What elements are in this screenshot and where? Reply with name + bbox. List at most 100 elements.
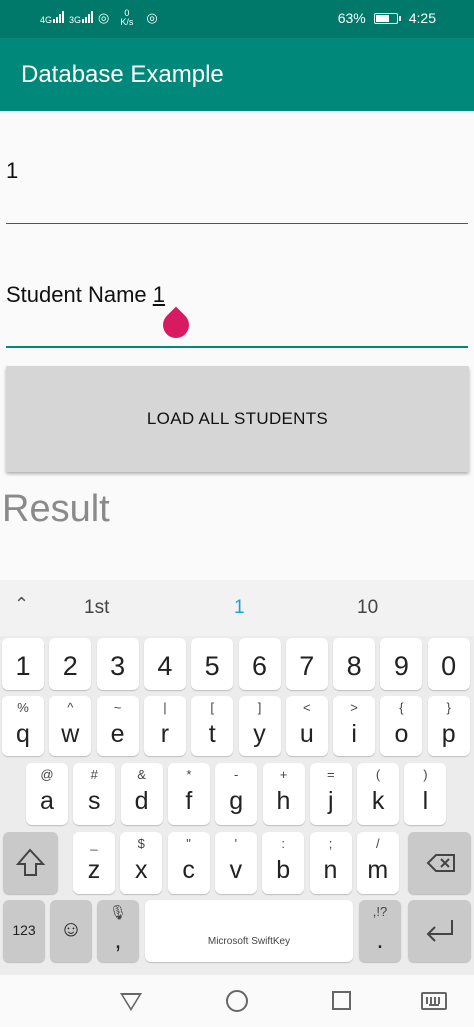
key-label: s [88, 787, 101, 815]
key-label: b [276, 856, 291, 884]
emoji-icon: ☺ [59, 916, 83, 941]
backspace-key[interactable] [408, 832, 471, 894]
key-alt-label: ) [423, 767, 428, 782]
key-label: o [394, 720, 409, 748]
key-0[interactable]: 0 [427, 638, 470, 690]
student-id-value: 1 [6, 158, 19, 183]
key-9[interactable]: 9 [380, 638, 423, 690]
text-cursor-handle[interactable] [157, 306, 195, 344]
key-n[interactable]: ; n [309, 832, 352, 894]
key-y[interactable]: ] y [238, 696, 281, 756]
key-label: d [134, 787, 149, 815]
key-5[interactable]: 5 [191, 638, 234, 690]
key-label: f [185, 787, 193, 815]
key-e[interactable]: ~ e [96, 696, 139, 756]
key-alt-label: % [17, 700, 29, 715]
student-name-input[interactable]: Student Name 1 [6, 282, 468, 348]
key-3[interactable]: 3 [96, 638, 139, 690]
keyboard: ⌃ 1st 1 10 1 2 3 4 5 6 7 8 9 0% q ^ w ~ e | r[t] y < u > i{o}… [0, 580, 474, 975]
backspace-icon [426, 854, 455, 872]
key-j[interactable]: = j [309, 763, 352, 825]
signal-3g-icon: 3G [69, 11, 94, 25]
suggestion-3[interactable]: 10 [357, 597, 378, 619]
student-id-input[interactable]: 1 [6, 158, 468, 224]
student-name-value: Student Name 1 [6, 282, 165, 307]
key-7[interactable]: 7 [285, 638, 328, 690]
key-m[interactable]: / m [356, 832, 399, 894]
key-alt-label: ' [234, 836, 238, 851]
space-key[interactable]: Microsoft SwiftKey [145, 900, 353, 962]
key-label: 3 [110, 651, 126, 681]
key-z[interactable]: _ z [73, 832, 115, 894]
key-c[interactable]: " c [167, 832, 210, 894]
key-4[interactable]: 4 [143, 638, 186, 690]
suggestion-2[interactable]: 1 [234, 597, 245, 619]
suggestion-1[interactable]: 1st [84, 597, 109, 619]
key-label: a [40, 787, 54, 815]
enter-key[interactable] [408, 900, 471, 962]
emoji-key[interactable]: ☺ [50, 900, 92, 962]
key-1[interactable]: 1 [2, 638, 44, 690]
key-p[interactable]: } p [427, 696, 470, 756]
wifi-icon: ◎ [146, 10, 158, 25]
key-label: e [110, 720, 125, 748]
app-bar: Database Example [0, 38, 474, 111]
key-label: q [16, 720, 30, 748]
signal-4g-icon: 4G [40, 11, 65, 25]
shift-key[interactable] [3, 832, 58, 894]
mic-icon: 🎙︎ [109, 904, 127, 920]
key-g[interactable]: -g [215, 763, 258, 825]
key-q[interactable]: % q [2, 696, 44, 756]
key-alt-label: @ [40, 767, 54, 782]
key-o[interactable]: {o [380, 696, 423, 756]
key-label: x [135, 856, 148, 884]
key-alt-label: < [303, 700, 311, 715]
key-alt-label: ^ [67, 700, 74, 715]
key-i[interactable]: > i [333, 696, 376, 756]
space-key-label: Microsoft SwiftKey [207, 936, 291, 947]
key-alt-label: ] [257, 700, 262, 715]
battery-icon [373, 12, 401, 24]
network-speed: 0 K/s [120, 8, 134, 27]
key-l[interactable]: ) l [404, 763, 447, 825]
key-label: c [182, 856, 195, 884]
back-icon[interactable] [120, 993, 142, 1011]
key-u[interactable]: < u [285, 696, 328, 756]
key-label: t [208, 720, 216, 748]
key-r[interactable]: | r [143, 696, 186, 756]
recents-icon[interactable] [332, 991, 351, 1010]
key-2[interactable]: 2 [49, 638, 92, 690]
comma-key[interactable]: 🎙︎, [97, 900, 139, 962]
key-label: 6 [251, 651, 268, 681]
status-bar: 4G 3G ◎ 0 K/s ◎ 63% 4:25 [0, 0, 474, 38]
key-t[interactable]: [t [191, 696, 234, 756]
key-label: 4 [157, 651, 173, 681]
symbols-key[interactable]: 123 [3, 900, 45, 962]
key-6[interactable]: 6 [238, 638, 281, 690]
suggestion-bar: ⌃ 1st 1 10 [0, 580, 474, 636]
key-x[interactable]: $ x [120, 832, 163, 894]
home-icon[interactable] [226, 990, 248, 1012]
key-label: 9 [393, 651, 409, 681]
key-a[interactable]: @ a [26, 763, 68, 825]
expand-toolbar-icon[interactable]: ⌃ [14, 594, 29, 615]
navigation-bar [0, 975, 474, 1027]
key-label: g [229, 787, 244, 815]
key-h[interactable]: + h [262, 763, 305, 825]
key-8[interactable]: 8 [333, 638, 376, 690]
key-v[interactable]: ' v [214, 832, 257, 894]
key-alt-label: } [446, 700, 451, 715]
load-all-students-button[interactable]: LOAD ALL STUDENTS [6, 366, 469, 472]
key-alt-label: ( [375, 767, 381, 782]
key-label: p [441, 720, 456, 748]
key-k[interactable]: (k [357, 763, 400, 825]
key-d[interactable]: & d [120, 763, 163, 825]
period-key[interactable]: ,!?. [359, 900, 401, 962]
key-b[interactable]: :b [262, 832, 305, 894]
key-s[interactable]: # s [73, 763, 116, 825]
key-w[interactable]: ^ w [49, 696, 92, 756]
key-label: l [422, 787, 429, 815]
keyboard-switch-icon[interactable] [421, 992, 447, 1010]
key-alt-label: - [234, 767, 239, 782]
key-f[interactable]: * f [167, 763, 210, 825]
